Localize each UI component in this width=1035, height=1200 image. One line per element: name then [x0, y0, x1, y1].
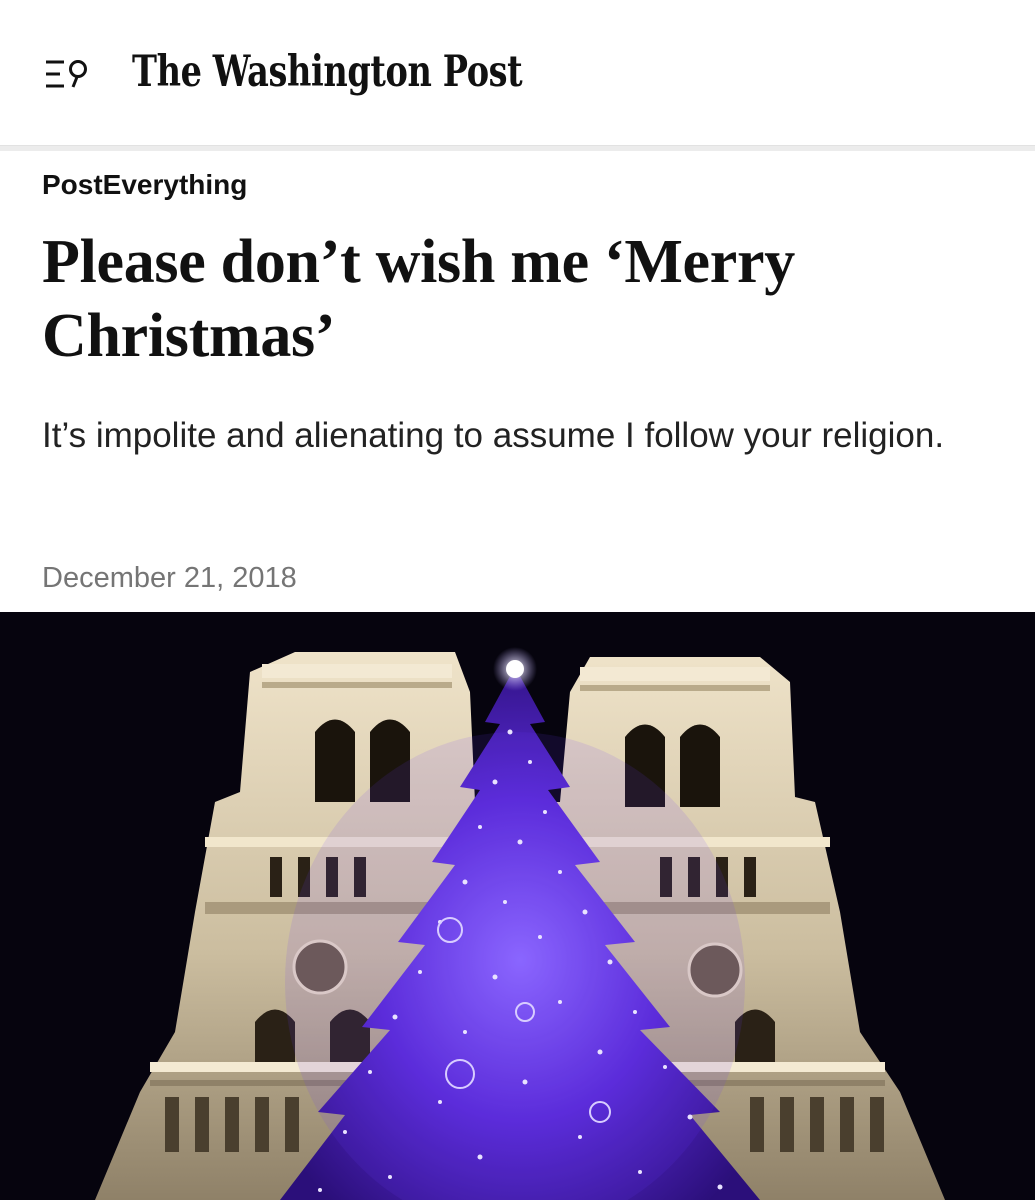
washington-post-logo[interactable]: The Washington Post [132, 42, 523, 102]
article-headline: Please don’t wish me ‘Merry Christmas’ [42, 228, 795, 370]
publish-date: December 21, 2018 [42, 562, 297, 594]
lead-photo [0, 612, 1035, 1200]
section-kicker[interactable]: PostEverything [42, 166, 247, 204]
menu-search-icon [46, 60, 87, 88]
sections-menu-button[interactable] [44, 56, 94, 92]
header-divider [0, 145, 1035, 151]
site-header: The Washington Post [0, 0, 1035, 145]
article-subheadline: It’s impolite and alienating to assume I… [42, 416, 945, 455]
cathedral-christmas-tree-image [0, 612, 1035, 1200]
